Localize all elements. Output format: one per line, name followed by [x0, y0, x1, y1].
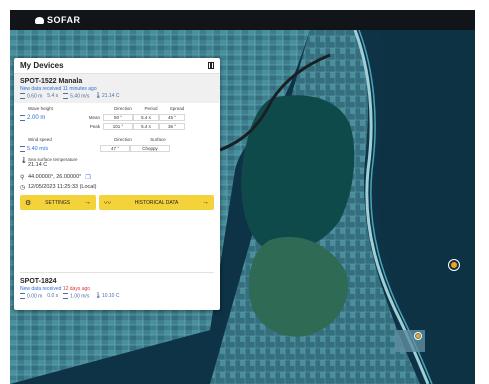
quick-temp: 🌡10.10 C	[94, 293, 120, 300]
wave-icon	[20, 93, 25, 99]
quick-wave: 0.00 m	[20, 293, 42, 300]
thermometer-icon: 🌡	[94, 293, 102, 300]
brand-logo[interactable]: SOFAR	[35, 15, 81, 25]
mean-direction: 50 °	[103, 114, 133, 122]
copy-icon[interactable]: ❐	[85, 174, 90, 181]
historical-data-button[interactable]: 〰 HISTORICAL DATA →	[99, 195, 214, 211]
label-wind-direction: Direction	[114, 137, 132, 143]
device-quick-stats: 0.00 m 0.0 s 1.00 m/s 🌡10.10 C	[20, 293, 214, 300]
peak-spread: 36 °	[159, 123, 185, 131]
marker-dot-icon	[416, 334, 420, 338]
sst-value: 21.14 C	[28, 162, 48, 169]
quick-wave: 0.60 m	[20, 93, 42, 100]
collapse-panel-icon[interactable]	[208, 62, 214, 69]
location-pin-icon: ⚲	[20, 174, 25, 181]
wind-speed-value: 5.40 m/s	[27, 145, 49, 152]
label-wave-height: Wave height	[28, 106, 53, 112]
quick-wind: 1.00 m/s	[63, 293, 89, 300]
wind-icon	[63, 293, 69, 299]
device-quick-stats: 0.60 m 5.4 s 5.40 m/s 🌡21.14 C	[20, 93, 214, 100]
panel-title: My Devices	[20, 61, 64, 70]
wind-speed-icon	[20, 145, 25, 152]
label-surface: Surface	[150, 137, 166, 143]
mean-spread: 45 °	[159, 114, 185, 122]
clock-icon: ◷	[20, 184, 26, 191]
mean-period: 5.4 s	[133, 114, 159, 122]
quick-period: 5.4 s	[47, 93, 59, 100]
quick-wind: 5.40 m/s	[63, 93, 89, 100]
device-marker[interactable]	[448, 259, 460, 271]
sofar-logo-icon	[35, 16, 44, 24]
device-updated: New data received 11 minutes ago	[20, 86, 97, 92]
my-devices-panel: My Devices SPOT-1522 Manala New data rec…	[14, 58, 220, 310]
panel-header: My Devices	[14, 58, 220, 74]
marker-dot-icon	[451, 262, 457, 268]
quick-temp: 🌡21.14 C	[94, 93, 120, 100]
top-bar: SOFAR	[10, 10, 475, 30]
label-wind-speed: Wind speed	[28, 137, 52, 143]
wave-height-value: 2.00 m	[27, 114, 46, 121]
label-spread: Spread	[169, 106, 185, 112]
arrow-right-icon: →	[202, 199, 209, 207]
thermometer-icon: 🌡	[94, 93, 102, 100]
gear-icon: ⚙	[25, 199, 32, 207]
peak-period: 5.4 s	[133, 123, 159, 131]
wind-icon	[63, 93, 69, 99]
label-peak: Peak	[89, 124, 100, 130]
peak-direction: 101 °	[103, 123, 133, 131]
thermometer-icon: 🌡	[20, 158, 28, 165]
device-name: SPOT-1824	[20, 278, 57, 285]
device-marker-small[interactable]	[414, 332, 422, 340]
device-card[interactable]: SPOT-1824 New data received 12 days ago …	[14, 272, 220, 300]
device-updated: New data received 12 days ago	[20, 286, 91, 292]
label-direction: Direction	[114, 106, 132, 112]
wave-icon	[20, 293, 25, 299]
chart-line-icon: 〰	[104, 199, 111, 207]
settings-button[interactable]: ⚙ SETTINGS →	[20, 195, 96, 211]
device-card-active[interactable]: SPOT-1522 Manala New data received 11 mi…	[14, 74, 220, 104]
arrow-right-icon: →	[83, 199, 91, 207]
device-actions: ⚙ SETTINGS → 〰 HISTORICAL DATA →	[14, 195, 220, 211]
location-coords: 44.00000°, 26.00000°	[28, 174, 82, 181]
brand-name: SOFAR	[47, 15, 81, 25]
device-detail: Wave height Direction Period Spread 2.00…	[14, 103, 220, 193]
wind-direction-value: 47 °	[100, 145, 130, 153]
surface-state-value: Choppy	[130, 145, 170, 153]
device-name: SPOT-1522 Manala	[20, 78, 83, 85]
last-report-time: 12/05/2023 11:25:33 (Local)	[28, 184, 97, 191]
label-period: Period	[144, 106, 158, 112]
wave-height-icon	[20, 114, 25, 121]
label-mean: Mean	[88, 115, 100, 121]
app-frame: SOFAR My Devices SPOT-1522 Manala New da…	[10, 10, 475, 384]
quick-period: 0.0 s	[47, 293, 59, 300]
